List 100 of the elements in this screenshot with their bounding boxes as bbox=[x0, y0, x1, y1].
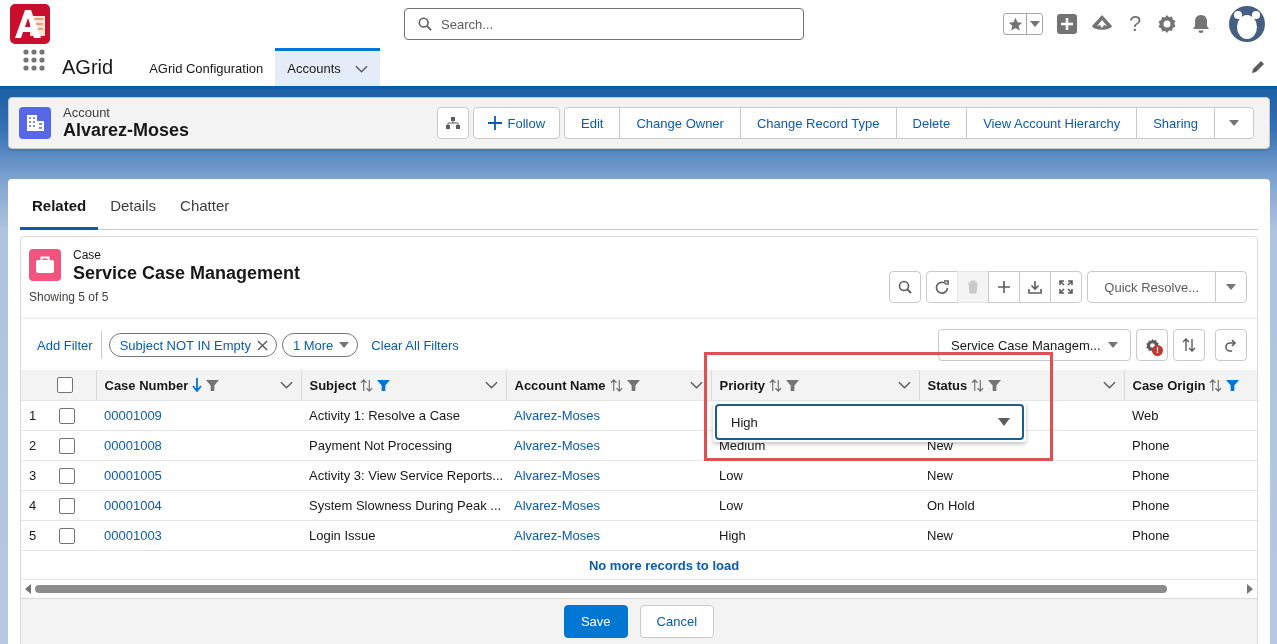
row-checkbox[interactable] bbox=[59, 497, 75, 514]
add-icon[interactable] bbox=[1057, 14, 1077, 34]
column-label[interactable]: Priority bbox=[719, 377, 765, 393]
favorites-button[interactable] bbox=[1003, 13, 1043, 35]
row-number: 2 bbox=[29, 438, 37, 453]
action-button[interactable]: Change Record Type bbox=[739, 107, 897, 139]
table-cell: Payment Not Processing bbox=[309, 438, 453, 453]
record-name: Alvarez-Moses bbox=[63, 120, 190, 141]
record-link[interactable]: Alvarez-Moses bbox=[514, 528, 600, 543]
trash-icon bbox=[966, 280, 981, 294]
scrollbar-thumb[interactable] bbox=[35, 585, 1167, 593]
action-button[interactable]: Change Owner bbox=[619, 107, 741, 139]
nav-tab[interactable]: Accounts bbox=[275, 48, 380, 86]
nav-tab[interactable]: AGrid Configuration bbox=[137, 48, 276, 86]
cancel-button[interactable]: Cancel bbox=[639, 605, 715, 638]
table-cell: Activity 1: Resolve a Case bbox=[309, 408, 460, 423]
table-cell: Phone bbox=[1132, 528, 1170, 543]
app-logo bbox=[10, 4, 50, 44]
action-button[interactable]: Sharing bbox=[1136, 107, 1215, 139]
filter-chip[interactable]: Subject NOT IN Empty bbox=[108, 333, 277, 357]
row-checkbox[interactable] bbox=[59, 527, 75, 544]
app-launcher-icon[interactable] bbox=[22, 48, 46, 72]
app-name: AGrid bbox=[62, 55, 114, 79]
bell-icon[interactable] bbox=[1191, 14, 1211, 34]
priority-dropdown[interactable]: High bbox=[715, 404, 1024, 440]
table-cell: Activity 3: View Service Reports... bbox=[309, 468, 504, 483]
filter-chip[interactable]: 1 More bbox=[281, 333, 359, 357]
page-tab[interactable]: Related bbox=[20, 179, 99, 230]
edit-icon[interactable] bbox=[1251, 60, 1265, 74]
select-all-checkbox[interactable] bbox=[57, 377, 73, 393]
add-filter-link[interactable]: Add Filter bbox=[37, 337, 93, 353]
table-cell: Phone bbox=[1132, 438, 1170, 453]
column-label[interactable]: Status bbox=[927, 377, 968, 393]
redo-icon bbox=[1224, 338, 1238, 352]
scroll-left-icon[interactable] bbox=[25, 584, 31, 594]
chevron-down-icon[interactable] bbox=[689, 381, 703, 389]
page-tab[interactable]: Details bbox=[98, 179, 169, 230]
redo-button[interactable] bbox=[1215, 329, 1247, 361]
help-icon[interactable]: ? bbox=[1127, 13, 1143, 35]
row-checkbox[interactable] bbox=[59, 467, 75, 484]
record-link[interactable]: 00001009 bbox=[104, 408, 162, 423]
table-cell: System Slowness During Peak ... bbox=[309, 498, 502, 513]
caret-icon bbox=[1226, 284, 1236, 290]
row-number: 4 bbox=[29, 498, 37, 513]
row-checkbox[interactable] bbox=[59, 407, 75, 424]
record-link[interactable]: Alvarez-Moses bbox=[514, 408, 600, 423]
chevron-down-icon[interactable] bbox=[1102, 381, 1116, 389]
more-actions-button[interactable] bbox=[1214, 107, 1254, 139]
search-button[interactable] bbox=[889, 271, 922, 303]
record-link[interactable]: 00001003 bbox=[104, 528, 162, 543]
object-type: Case bbox=[73, 248, 102, 262]
action-button[interactable]: View Account Hierarchy bbox=[966, 107, 1138, 139]
row-number: 1 bbox=[29, 408, 37, 423]
caret-icon bbox=[339, 342, 350, 348]
scroll-right-icon[interactable] bbox=[1247, 584, 1253, 594]
hierarchy-icon bbox=[445, 116, 460, 130]
sort-button[interactable] bbox=[1173, 329, 1205, 361]
caret-icon bbox=[1029, 21, 1040, 27]
quick-action-menu-button[interactable] bbox=[1215, 271, 1247, 303]
record-link[interactable]: 00001005 bbox=[104, 468, 162, 483]
hierarchy-button[interactable] bbox=[436, 107, 469, 139]
record-link[interactable]: Alvarez-Moses bbox=[514, 438, 600, 453]
download-button[interactable] bbox=[1019, 271, 1052, 303]
follow-button[interactable]: Follow bbox=[472, 107, 561, 139]
column-label[interactable]: Subject bbox=[309, 377, 357, 393]
action-button[interactable]: Delete bbox=[895, 107, 968, 139]
sort-icon bbox=[1182, 338, 1196, 352]
table-cell: Low bbox=[719, 468, 743, 483]
settings-icon[interactable] bbox=[1157, 14, 1177, 34]
table-cell: New bbox=[927, 438, 953, 453]
record-link[interactable]: 00001008 bbox=[104, 438, 162, 453]
record-link[interactable]: 00001004 bbox=[104, 498, 162, 513]
table-cell: Phone bbox=[1132, 468, 1170, 483]
record-link[interactable]: Alvarez-Moses bbox=[514, 498, 600, 513]
table-cell: High bbox=[719, 528, 746, 543]
action-button[interactable]: Edit bbox=[564, 107, 621, 139]
plus-icon bbox=[997, 280, 1012, 294]
clear-filters-link[interactable]: Clear All Filters bbox=[371, 337, 459, 353]
settings-button[interactable]: ! bbox=[1136, 329, 1168, 361]
avatar-icon[interactable] bbox=[1229, 6, 1265, 42]
close-icon bbox=[256, 339, 268, 351]
expand-icon bbox=[1059, 280, 1074, 294]
row-checkbox[interactable] bbox=[59, 437, 75, 454]
chevron-down-icon[interactable] bbox=[279, 381, 293, 389]
table-cell: New bbox=[927, 468, 953, 483]
add-button[interactable] bbox=[988, 271, 1021, 303]
chevron-down-icon[interactable] bbox=[897, 381, 911, 389]
table-cell: Medium bbox=[719, 438, 766, 453]
search-field[interactable]: Search... bbox=[404, 8, 804, 40]
refresh-button[interactable] bbox=[926, 271, 959, 303]
quick-action-button[interactable]: Quick Resolve... bbox=[1087, 271, 1216, 303]
expand-button[interactable] bbox=[1050, 271, 1083, 303]
record-count: Showing 5 of 5 bbox=[29, 290, 109, 304]
page-tab[interactable]: Chatter bbox=[168, 179, 242, 230]
view-select[interactable]: Service Case Managem... bbox=[938, 329, 1131, 361]
search-icon bbox=[898, 280, 913, 294]
save-button[interactable]: Save bbox=[563, 605, 628, 638]
record-link[interactable]: Alvarez-Moses bbox=[514, 468, 600, 483]
table-cell: Login Issue bbox=[309, 528, 376, 543]
chevron-down-icon[interactable] bbox=[484, 381, 498, 389]
